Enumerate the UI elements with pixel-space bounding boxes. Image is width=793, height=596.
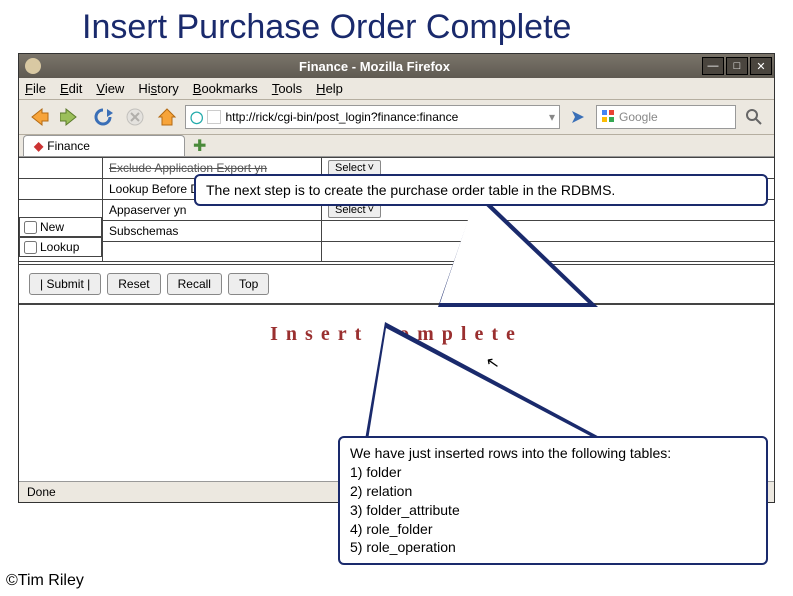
home-icon xyxy=(157,107,177,127)
window-title: Finance - Mozilla Firefox xyxy=(47,59,702,74)
maximize-button[interactable]: □ xyxy=(726,57,748,75)
search-button[interactable] xyxy=(740,104,768,130)
home-button[interactable] xyxy=(153,104,181,130)
callout-tables-inserted: We have just inserted rows into the foll… xyxy=(338,436,768,565)
menu-bar: File Edit View History Bookmarks Tools H… xyxy=(19,78,774,100)
recall-button[interactable]: Recall xyxy=(167,273,222,295)
callout-line: 5) role_operation xyxy=(350,538,756,557)
callout-next-step: The next step is to create the purchase … xyxy=(194,174,768,206)
menu-file[interactable]: File xyxy=(25,81,46,96)
tab-finance[interactable]: ◆ Finance xyxy=(23,135,185,156)
menu-history[interactable]: History xyxy=(138,81,178,96)
callout-line: 4) role_folder xyxy=(350,520,756,539)
magnifier-icon xyxy=(746,109,762,125)
row-label: Subschemas xyxy=(102,221,322,241)
menu-tools[interactable]: Tools xyxy=(272,81,302,96)
callout-line: 1) folder xyxy=(350,463,756,482)
new-checkbox-cell[interactable]: New xyxy=(19,217,102,237)
slide-title: Insert Purchase Order Complete xyxy=(0,0,793,53)
stop-button[interactable] xyxy=(121,104,149,130)
url-text: http://rick/cgi-bin/post_login?finance:f… xyxy=(225,110,458,124)
nav-toolbar: ◯ http://rick/cgi-bin/post_login?finance… xyxy=(19,100,774,135)
site-icon: ◯ xyxy=(190,110,203,124)
top-button[interactable]: Top xyxy=(228,273,269,295)
submit-button[interactable]: | Submit | xyxy=(29,273,101,295)
forward-arrow-icon xyxy=(60,107,82,127)
search-box[interactable]: Google xyxy=(596,105,736,129)
go-arrow-icon xyxy=(569,108,587,126)
forward-button[interactable] xyxy=(57,104,85,130)
favicon-icon xyxy=(207,110,221,124)
copyright: ©Tim Riley xyxy=(6,572,84,590)
callout-intro: We have just inserted rows into the foll… xyxy=(350,444,756,463)
new-checkbox[interactable] xyxy=(24,221,37,234)
lookup-checkbox[interactable] xyxy=(24,241,37,254)
window-titlebar: Finance - Mozilla Firefox — □ ✕ xyxy=(19,54,774,78)
dropdown-icon[interactable]: ▾ xyxy=(549,110,555,124)
stop-icon xyxy=(126,108,144,126)
new-tab-button[interactable]: ✚ xyxy=(189,136,210,156)
app-icon xyxy=(25,58,41,74)
close-window-button[interactable]: ✕ xyxy=(750,57,772,75)
menu-view[interactable]: View xyxy=(96,81,124,96)
go-button[interactable] xyxy=(564,104,592,130)
callout-line: 2) relation xyxy=(350,482,756,501)
back-button[interactable] xyxy=(25,104,53,130)
url-bar[interactable]: ◯ http://rick/cgi-bin/post_login?finance… xyxy=(185,105,560,129)
menu-bookmarks[interactable]: Bookmarks xyxy=(193,81,258,96)
reload-button[interactable] xyxy=(89,104,117,130)
callout-line: 3) folder_attribute xyxy=(350,501,756,520)
callout-tail-inner xyxy=(440,196,588,303)
google-icon xyxy=(601,109,615,126)
reload-icon xyxy=(93,107,113,127)
search-placeholder: Google xyxy=(619,110,658,124)
chevron-down-icon: ˅ xyxy=(368,162,374,174)
back-arrow-icon xyxy=(28,107,50,127)
tab-label: Finance xyxy=(47,139,90,153)
lookup-checkbox-cell[interactable]: Lookup xyxy=(19,237,102,257)
tab-close-icon[interactable]: ◆ xyxy=(34,139,43,153)
menu-help[interactable]: Help xyxy=(316,81,343,96)
reset-button[interactable]: Reset xyxy=(107,273,160,295)
menu-edit[interactable]: Edit xyxy=(60,81,82,96)
form-button-row: | Submit | Reset Recall Top xyxy=(19,264,774,303)
tab-strip: ◆ Finance ✚ xyxy=(19,135,774,157)
minimize-button[interactable]: — xyxy=(702,57,724,75)
callout-tail-inner xyxy=(368,328,598,440)
